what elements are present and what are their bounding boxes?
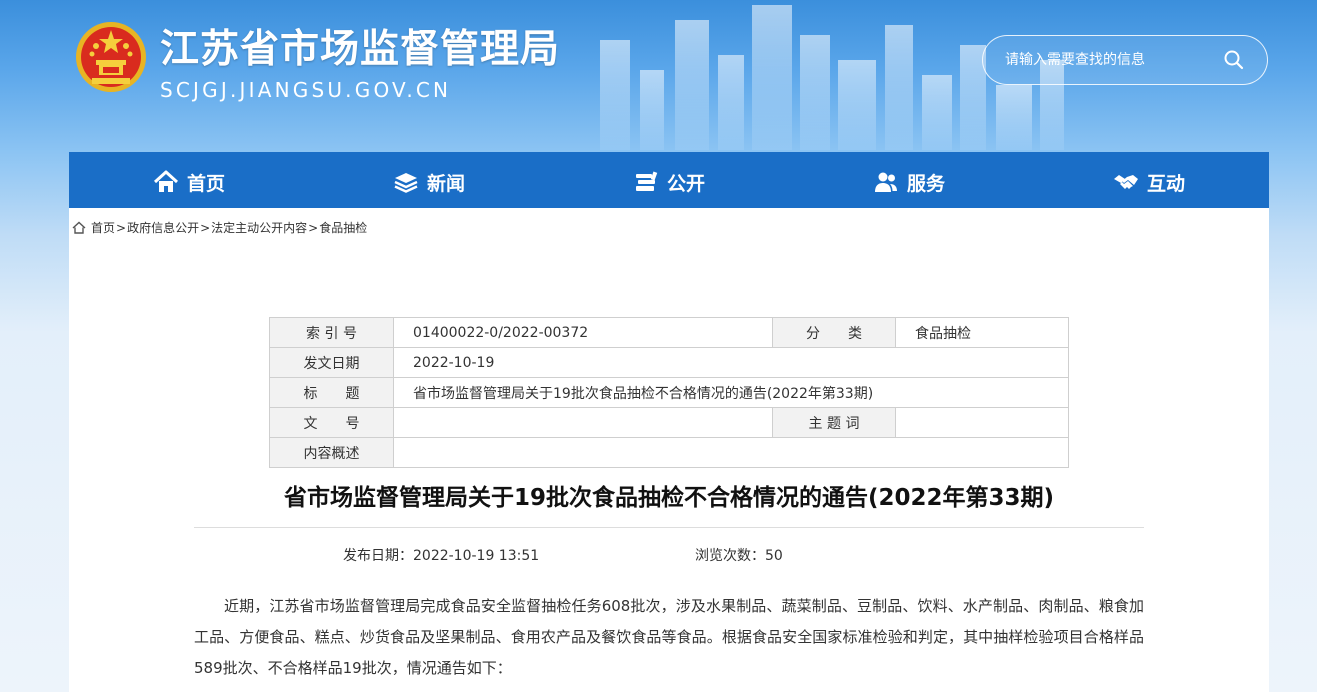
breadcrumb-link-gov-info[interactable]: 政府信息公开 bbox=[127, 219, 199, 236]
view-count-label: 浏览次数： bbox=[695, 548, 765, 564]
nav-item-label: 互动 bbox=[1146, 172, 1185, 195]
date-value: 2022-10-19 bbox=[393, 347, 1069, 378]
search-icon[interactable] bbox=[1223, 49, 1245, 71]
nav-item-label: 公开 bbox=[666, 172, 705, 195]
national-emblem-icon bbox=[76, 22, 146, 92]
nav-item-news[interactable]: 新闻 bbox=[309, 152, 549, 208]
title-value: 省市场监督管理局关于19批次食品抽检不合格情况的通告(2022年第33期) bbox=[393, 377, 1069, 408]
breadcrumb-link-statutory[interactable]: 法定主动公开内容 bbox=[211, 219, 307, 236]
nav-item-home[interactable]: 首页 bbox=[69, 152, 309, 208]
title-divider bbox=[194, 527, 1144, 528]
date-label: 发文日期 bbox=[269, 347, 394, 378]
breadcrumb-link-home[interactable]: 首页 bbox=[91, 219, 115, 236]
nav-item-label: 首页 bbox=[186, 172, 225, 195]
keyword-label: 主 题 词 bbox=[772, 407, 896, 438]
table-row: 文 号 主 题 词 bbox=[269, 407, 1069, 438]
article-title: 省市场监督管理局关于19批次食品抽检不合格情况的通告(2022年第33期) bbox=[283, 485, 1055, 511]
view-count-value: 50 bbox=[765, 548, 783, 564]
table-row: 内容概述 bbox=[269, 437, 1069, 468]
people-icon bbox=[874, 172, 897, 192]
title-label: 标 题 bbox=[269, 377, 394, 408]
publish-date-value: 2022-10-19 13:51 bbox=[413, 548, 540, 564]
nav-item-interact[interactable]: 互动 bbox=[1029, 152, 1269, 208]
summary-label: 内容概述 bbox=[269, 437, 394, 468]
main-nav: 首页 新闻 公开 服务 互动 bbox=[69, 152, 1269, 208]
table-row: 索 引 号 01400022-0/2022-00372 分 类 食品抽检 bbox=[269, 317, 1069, 348]
breadcrumb: 首页 > 政府信息公开 > 法定主动公开内容 > 食品抽检 bbox=[72, 219, 367, 236]
doc-no-value bbox=[393, 407, 773, 438]
doc-no-label: 文 号 bbox=[269, 407, 394, 438]
breadcrumb-separator: > bbox=[308, 220, 319, 235]
breadcrumb-separator: > bbox=[116, 220, 127, 235]
breadcrumb-separator: > bbox=[200, 220, 211, 235]
books-icon bbox=[635, 171, 658, 191]
layers-icon bbox=[394, 173, 418, 193]
keyword-value bbox=[895, 407, 1069, 438]
search-input[interactable] bbox=[1005, 48, 1215, 72]
nav-item-label: 新闻 bbox=[426, 172, 465, 195]
home-icon bbox=[72, 221, 86, 234]
site-domain: SCJGJ.JIANGSU.GOV.CN bbox=[160, 78, 452, 102]
table-row: 标 题 省市场监督管理局关于19批次食品抽检不合格情况的通告(2022年第33期… bbox=[269, 377, 1069, 408]
article-body: 近期，江苏省市场监督管理局完成食品安全监督抽检任务608批次，涉及水果制品、蔬菜… bbox=[194, 597, 1144, 677]
view-count: 浏览次数：50 bbox=[695, 545, 783, 565]
nav-item-service[interactable]: 服务 bbox=[789, 152, 1029, 208]
site-title: 江苏省市场监督管理局 bbox=[160, 27, 561, 72]
table-row: 发文日期 2022-10-19 bbox=[269, 347, 1069, 378]
index-label: 索 引 号 bbox=[269, 317, 394, 348]
publish-date: 发布日期：2022-10-19 13:51 bbox=[343, 545, 539, 565]
handshake-icon bbox=[1113, 175, 1138, 189]
nav-item-label: 服务 bbox=[906, 172, 945, 195]
index-value: 01400022-0/2022-00372 bbox=[393, 317, 773, 348]
summary-value bbox=[393, 437, 1069, 468]
breadcrumb-link-food-inspection[interactable]: 食品抽检 bbox=[319, 219, 367, 236]
main-content: 首页 > 政府信息公开 > 法定主动公开内容 > 食品抽检 索 引 号 0140… bbox=[69, 208, 1269, 692]
publish-date-label: 发布日期： bbox=[343, 548, 413, 564]
document-meta-table: 索 引 号 01400022-0/2022-00372 分 类 食品抽检 发文日… bbox=[269, 317, 1069, 468]
search-box bbox=[982, 35, 1268, 85]
category-label: 分 类 bbox=[772, 317, 896, 348]
home-icon bbox=[153, 170, 178, 192]
category-value: 食品抽检 bbox=[895, 317, 1069, 348]
nav-item-public[interactable]: 公开 bbox=[549, 152, 789, 208]
